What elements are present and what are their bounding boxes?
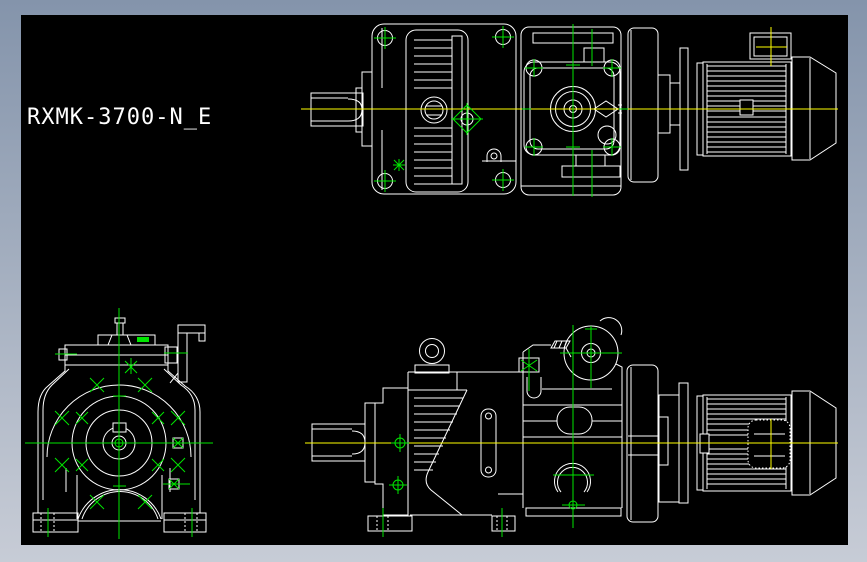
top-view-motor-adapter [627,27,689,183]
front-view [25,308,213,539]
top-view-motor [696,32,837,161]
cad-viewport[interactable]: RXMK-3700-N_E [21,15,848,545]
side-view [305,317,838,537]
side-view-gear-housing [374,338,540,516]
top-view-center-marks [374,24,628,197]
breather-vent [114,317,126,324]
motor-nameplate [739,99,754,116]
front-view-center-marks [25,308,213,539]
top-view [301,23,838,197]
app-window: RXMK-3700-N_E [0,0,867,562]
terminal-box-hidden [747,419,791,469]
side-view-second-stage [367,317,623,532]
top-view-second-stage [520,26,622,196]
lifting-eyebolt [419,338,445,364]
side-view-center-marks [382,325,622,537]
handle-bracket [177,324,206,334]
cad-drawing [25,23,838,539]
